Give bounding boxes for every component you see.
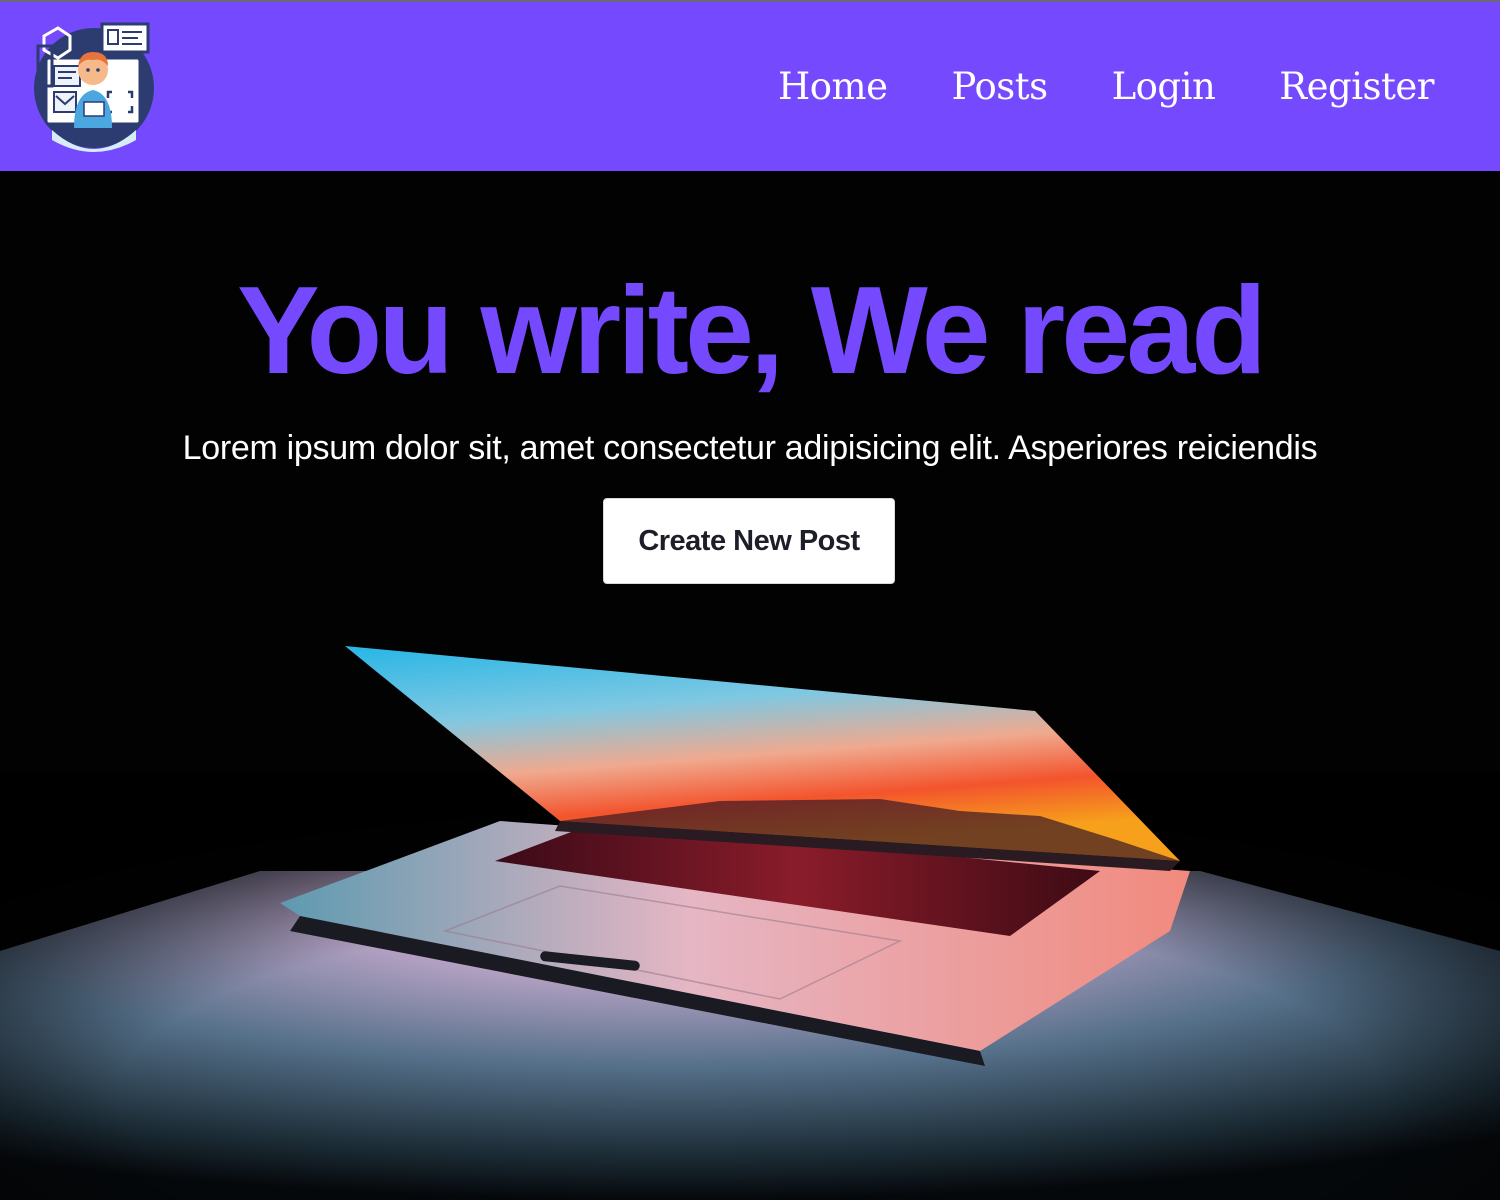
nav-link-register[interactable]: Register: [1279, 65, 1434, 108]
nav-links: Home Posts Login Register: [778, 2, 1434, 170]
hero-title: You write, We read: [237, 262, 1267, 400]
nav-link-home[interactable]: Home: [778, 65, 888, 108]
hero-section: You write, We read Lorem ipsum dolor sit…: [0, 171, 1500, 1200]
nav-link-posts[interactable]: Posts: [952, 65, 1049, 108]
page: Home Posts Login Register You write, We …: [0, 0, 1500, 1200]
developer-avatar-icon[interactable]: [30, 18, 160, 154]
create-new-post-button[interactable]: Create New Post: [603, 498, 895, 584]
nav-link-login[interactable]: Login: [1112, 65, 1216, 108]
hero-subtitle: Lorem ipsum dolor sit, amet consectetur …: [182, 429, 1318, 467]
navbar: Home Posts Login Register: [0, 0, 1500, 171]
